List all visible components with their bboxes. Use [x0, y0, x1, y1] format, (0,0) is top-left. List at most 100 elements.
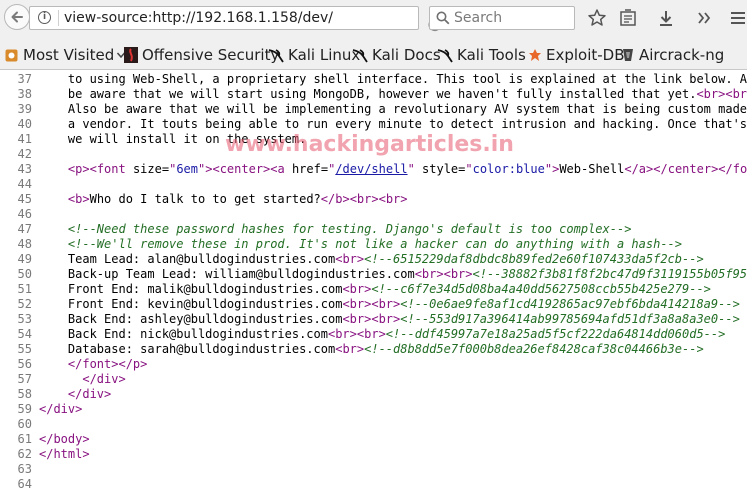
source-code: </html>	[39, 447, 90, 462]
code-token: </div>	[39, 402, 83, 416]
line-number: 60	[17, 417, 32, 431]
source-code: Back End: ashley@bulldogindustries.com<b…	[39, 312, 740, 327]
code-token: <br>	[335, 342, 365, 356]
source-code: a vendor. It touts being able to run eve…	[39, 117, 747, 132]
line-number: 38	[17, 87, 32, 101]
search-input[interactable]: Search	[454, 9, 502, 27]
bookmark-label: Kali Tools	[457, 46, 526, 64]
code-token: <br>	[349, 192, 379, 206]
code-token: Who do I talk to to get started?	[89, 192, 321, 206]
code-token: <br>	[335, 252, 365, 266]
kali-dragon-icon	[437, 49, 453, 63]
code-token: <br>	[725, 87, 747, 101]
bookmark-offensive-security[interactable]: Offensive Security	[124, 46, 279, 64]
code-token: </a>	[624, 162, 654, 176]
info-icon[interactable]: i	[38, 11, 51, 24]
gear-icon	[5, 49, 18, 61]
source-code: Front End: malik@bulldogindustries.com<b…	[39, 282, 711, 297]
line-number: 56	[17, 357, 32, 371]
code-token: <!--ddf45997a7e18a25ad5f5cf222da64814dd0…	[385, 327, 726, 341]
navigation-toolbar: i view-source:http://192.168.1.158/dev/ …	[0, 0, 747, 38]
code-token: <font	[89, 162, 133, 176]
bookmark-label: Most Visited	[23, 46, 115, 64]
code-token: <br>	[414, 267, 444, 281]
url-text[interactable]: view-source:http://192.168.1.158/dev/	[64, 9, 333, 27]
source-code: <p><font size="6em"><center><a href="/de…	[39, 162, 747, 177]
line-number: 45	[17, 192, 32, 206]
source-code: Also be aware that we will be implementi…	[39, 102, 747, 117]
bookmark-kali-tools[interactable]: Kali Tools	[437, 46, 526, 64]
source-code: <!--Need these password hashes for testi…	[39, 222, 632, 237]
exploit-db-icon	[529, 49, 541, 61]
code-token: <br>	[371, 297, 401, 311]
line-number: 48	[17, 237, 32, 251]
line-number: 59	[17, 402, 32, 416]
bookmark-label: Offensive Security	[142, 46, 280, 64]
source-code: Database: sarah@bulldogindustries.com<br…	[39, 342, 704, 357]
source-code: we will install it on the system.	[39, 132, 306, 147]
code-token: <center>	[212, 162, 271, 176]
code-token: <b>	[67, 192, 90, 206]
code-token: <br>	[342, 312, 372, 326]
bookmark-star-icon[interactable]	[587, 8, 607, 28]
line-number: 49	[17, 252, 32, 266]
line-number: 62	[17, 447, 32, 461]
code-token: size=	[132, 162, 170, 176]
line-number: 57	[17, 372, 32, 386]
code-token: Also be aware that we will be implementi…	[39, 102, 747, 116]
line-number: 54	[17, 327, 32, 341]
code-token: </b>	[320, 192, 350, 206]
back-button[interactable]	[4, 4, 30, 30]
line-number: 52	[17, 297, 32, 311]
bookmark-label: Exploit-DB	[546, 46, 625, 64]
code-token: Back End: nick@bulldogindustries.com	[39, 327, 328, 341]
code-token: </font>	[67, 357, 119, 371]
download-icon[interactable]	[656, 8, 676, 28]
bookmark-aircrack-ng[interactable]: Aircrack-ng	[621, 46, 724, 64]
bookmark-exploit-db[interactable]: Exploit-DB	[528, 46, 625, 64]
code-token: <br>	[342, 282, 372, 296]
code-token: <br>	[378, 192, 408, 206]
bookmark-kali-docs[interactable]: Kali Docs	[352, 46, 441, 64]
bookmark-label: Kali Linux	[288, 46, 361, 64]
code-token: "	[407, 162, 415, 176]
kali-dragon-icon	[268, 49, 284, 63]
source-code: be aware that we will start using MongoD…	[39, 87, 747, 102]
line-number: 41	[17, 132, 32, 146]
line-number: 37	[17, 72, 32, 86]
line-number: 42	[17, 147, 32, 161]
aircrack-icon	[623, 49, 633, 61]
code-token: <br>	[371, 312, 401, 326]
search-bar[interactable]: Search	[429, 6, 575, 30]
bookmark-kali-linux[interactable]: Kali Linux	[268, 46, 360, 64]
code-token: <!--38882f3b81f8f2bc47d9f3119155b05f9548…	[472, 267, 747, 281]
address-bar[interactable]: i view-source:http://192.168.1.158/dev/	[29, 6, 441, 32]
code-token: </p>	[118, 357, 148, 371]
code-token: <!--Need these password hashes for testi…	[67, 222, 632, 236]
line-number: 55	[17, 342, 32, 356]
source-code: Back End: nick@bulldogindustries.com<br>…	[39, 327, 725, 342]
code-token: <!--c6f7e34d5d08ba4a40dd5627508ccb55b425…	[371, 282, 711, 296]
code-token: we will install it on the system.	[39, 132, 307, 146]
code-token: a vendor. It touts being able to run eve…	[39, 117, 747, 131]
page-source-view[interactable]: 37 to using Web-Shell, a proprietary she…	[0, 70, 747, 489]
source-link[interactable]: /dev/shell	[335, 162, 407, 176]
bookmark-most-visited[interactable]: Most Visited	[4, 46, 126, 64]
code-token: Back End: ashley@bulldogindustries.com	[39, 312, 343, 326]
line-number: 64	[17, 477, 32, 489]
menu-icon[interactable]	[728, 8, 747, 28]
reading-list-icon[interactable]	[618, 8, 638, 28]
code-token: color:blue	[472, 162, 545, 176]
source-code: </body>	[39, 432, 90, 447]
code-token: </div>	[82, 372, 126, 386]
line-number: 50	[17, 267, 32, 281]
overflow-chevron-icon[interactable]	[694, 8, 714, 28]
bookmark-label: Kali Docs	[372, 46, 441, 64]
code-token: </center>	[653, 162, 719, 176]
code-token: Front End: malik@bulldogindustries.com	[39, 282, 343, 296]
code-token: <br>	[443, 267, 473, 281]
bookmarks-toolbar: Most Visited Offensive Security Kali Lin…	[0, 38, 747, 70]
